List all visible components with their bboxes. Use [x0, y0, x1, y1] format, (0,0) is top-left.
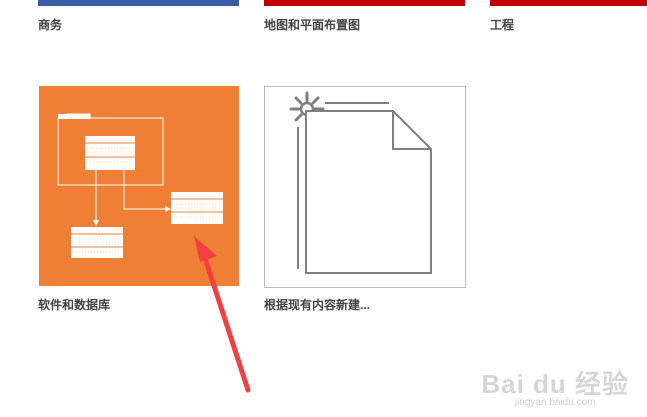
category-thumbnail-maps[interactable] [264, 0, 465, 6]
uml-diagram-icon [57, 113, 223, 258]
category-thumbnail-engineering[interactable] [490, 0, 647, 6]
template-label-new-from-existing[interactable]: 根据现有内容新建... [264, 296, 370, 313]
new-document-icon [289, 91, 432, 274]
category-label-maps[interactable]: 地图和平面布置图 [264, 16, 360, 33]
template-label-software-database[interactable]: 软件和数据库 [38, 296, 110, 313]
software-database-thumbnail[interactable] [39, 86, 239, 286]
watermark-brand: Bai du 经验 [481, 369, 629, 399]
category-label-business[interactable]: 商务 [38, 16, 62, 33]
new-from-existing-thumbnail[interactable] [264, 86, 466, 288]
category-thumbnail-business[interactable] [38, 0, 239, 6]
baidu-jingyan-watermark: Bai du 经验 jingyan.baidu.com [481, 371, 629, 409]
category-label-engineering[interactable]: 工程 [490, 16, 514, 33]
